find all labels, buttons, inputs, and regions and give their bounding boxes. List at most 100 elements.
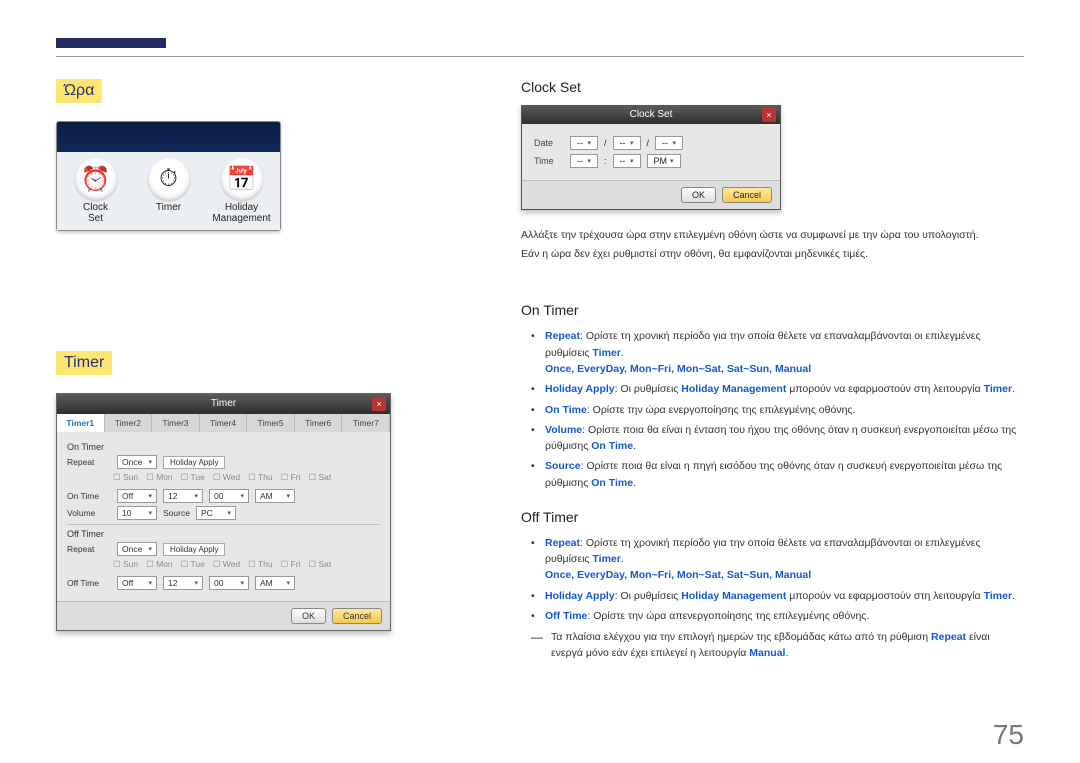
icon-clock-set[interactable]: ⏰ ClockSet <box>61 158 131 224</box>
off-time-label: Off Time <box>67 578 111 588</box>
kw-repeat: Repeat <box>545 330 580 342</box>
volume-select[interactable]: 10 <box>117 506 157 520</box>
footnote-dash: ― <box>531 630 543 662</box>
tab-timer1[interactable]: Timer1 <box>57 414 105 432</box>
bullet-volume: Volume: Ορίστε ποια θα είναι η ένταση το… <box>531 422 1024 455</box>
on-timer-day-checkboxes: Sun Mon Tue Wed Thu Fri Sat <box>113 472 380 483</box>
tab-timer7[interactable]: Timer7 <box>342 414 390 432</box>
ok-button[interactable]: OK <box>681 187 716 203</box>
icon-label: HolidayManagement <box>212 202 270 224</box>
ok-button[interactable]: OK <box>291 608 326 624</box>
off-time-min-select[interactable]: 00 <box>209 576 249 590</box>
kw-holiday-apply: Holiday Apply <box>545 383 615 395</box>
cancel-button[interactable]: Cancel <box>722 187 772 203</box>
day-check[interactable]: Thu <box>248 559 272 570</box>
repeat-select[interactable]: Once <box>117 542 157 556</box>
bullet-text: : Οι ρυθμίσεις <box>615 383 682 395</box>
icon-holiday-management[interactable]: 📅 HolidayManagement <box>207 158 277 224</box>
tab-timer4[interactable]: Timer4 <box>200 414 248 432</box>
close-icon[interactable]: × <box>762 108 776 122</box>
repeat-label: Repeat <box>67 544 111 554</box>
bullet-text: : Ορίστε την ώρα απενεργοποίησης της επι… <box>587 610 869 622</box>
time-field[interactable]: -- <box>613 154 641 168</box>
on-time-state-select[interactable]: Off <box>117 489 157 503</box>
holiday-apply-button[interactable]: Holiday Apply <box>163 543 225 556</box>
day-check[interactable]: Mon <box>146 472 173 483</box>
kw-holiday-apply: Holiday Apply <box>545 590 615 602</box>
day-check[interactable]: Sat <box>309 472 332 483</box>
day-check[interactable]: Tue <box>181 559 205 570</box>
period: . <box>785 647 788 659</box>
bullet-off-time: Off Time: Ορίστε την ώρα απενεργοποίησης… <box>531 608 1024 624</box>
date-field[interactable]: -- <box>570 136 598 150</box>
repeat-select[interactable]: Once <box>117 455 157 469</box>
kw-timer: Timer <box>592 347 620 359</box>
tab-timer6[interactable]: Timer6 <box>295 414 343 432</box>
right-column: Clock Set Clock Set × Date -- / -- / -- <box>521 79 1024 662</box>
on-time-ampm-select[interactable]: AM <box>255 489 295 503</box>
date-field[interactable]: -- <box>655 136 683 150</box>
kw-on-time: On Time <box>591 477 633 489</box>
on-timer-bullets: Repeat: Ορίστε τη χρονική περίοδο για τη… <box>521 328 1024 490</box>
on-time-min-select[interactable]: 00 <box>209 489 249 503</box>
on-time-hour-select[interactable]: 12 <box>163 489 203 503</box>
footnote-text: Τα πλαίσια ελέγχου για την επιλογή ημερώ… <box>551 631 931 643</box>
day-check[interactable]: Thu <box>248 472 272 483</box>
clockset-para1: Αλλάξτε την τρέχουσα ώρα στην επιλεγμένη… <box>521 228 1024 243</box>
repeat-label: Repeat <box>67 457 111 467</box>
timer-dialog-title: Timer × <box>57 394 390 414</box>
off-time-state-select[interactable]: Off <box>117 576 157 590</box>
header-accent-bar <box>56 38 166 48</box>
day-check[interactable]: Sun <box>113 472 138 483</box>
kw-timer: Timer <box>984 383 1012 395</box>
on-timer-group-label: On Timer <box>67 442 380 452</box>
cancel-button[interactable]: Cancel <box>332 608 382 624</box>
day-check[interactable]: Mon <box>146 559 173 570</box>
time-label: Time <box>534 156 564 166</box>
day-check[interactable]: Wed <box>213 559 240 570</box>
off-time-ampm-select[interactable]: AM <box>255 576 295 590</box>
icon-timer[interactable]: ⏱ Timer <box>134 158 204 224</box>
day-check[interactable]: Fri <box>281 559 301 570</box>
section-heading-timer: Timer <box>56 351 112 375</box>
kw-repeat: Repeat <box>931 631 966 643</box>
date-sep: / <box>604 138 607 148</box>
timer-icon: ⏱ <box>148 158 190 200</box>
day-check[interactable]: Tue <box>181 472 205 483</box>
bullet-text: : Ορίστε την ώρα ενεργοποίησης της επιλε… <box>587 404 856 416</box>
on-time-label: On Time <box>67 491 111 501</box>
holiday-apply-button[interactable]: Holiday Apply <box>163 456 225 469</box>
day-check[interactable]: Fri <box>281 472 301 483</box>
close-icon[interactable]: × <box>372 397 386 411</box>
off-time-hour-select[interactable]: 12 <box>163 576 203 590</box>
calendar-icon: 📅 <box>221 158 263 200</box>
time-field[interactable]: -- <box>570 154 598 168</box>
date-field[interactable]: -- <box>613 136 641 150</box>
kw-source: Source <box>545 460 581 472</box>
heading-off-timer: Off Timer <box>521 509 1024 525</box>
heading-on-timer: On Timer <box>521 302 1024 318</box>
kw-timer: Timer <box>592 553 620 565</box>
mock-clock-set-dialog: Clock Set × Date -- / -- / -- Time -- <box>521 105 781 210</box>
period: . <box>621 347 624 359</box>
clock-icon: ⏰ <box>75 158 117 200</box>
day-check[interactable]: Sat <box>309 559 332 570</box>
date-label: Date <box>534 138 564 148</box>
time-sep: : <box>604 156 607 166</box>
bullet-on-time: On Time: Ορίστε την ώρα ενεργοποίησης τη… <box>531 402 1024 418</box>
ampm-field[interactable]: PM <box>647 154 681 168</box>
bullet-holiday-apply: Holiday Apply: Οι ρυθμίσεις Holiday Mana… <box>531 381 1024 397</box>
source-label: Source <box>163 508 190 518</box>
tab-timer3[interactable]: Timer3 <box>152 414 200 432</box>
icon-label: ClockSet <box>83 202 108 224</box>
day-check[interactable]: Wed <box>213 472 240 483</box>
source-select[interactable]: PC <box>196 506 236 520</box>
volume-label: Volume <box>67 508 111 518</box>
tab-timer2[interactable]: Timer2 <box>105 414 153 432</box>
bullet-text: μπορούν να εφαρμοστούν στη λειτουργία <box>786 383 983 395</box>
bullet-repeat: Repeat: Ορίστε τη χρονική περίοδο για τη… <box>531 328 1024 377</box>
period: . <box>633 477 636 489</box>
day-check[interactable]: Sun <box>113 559 138 570</box>
timer-tabs: Timer1 Timer2 Timer3 Timer4 Timer5 Timer… <box>57 414 390 432</box>
tab-timer5[interactable]: Timer5 <box>247 414 295 432</box>
